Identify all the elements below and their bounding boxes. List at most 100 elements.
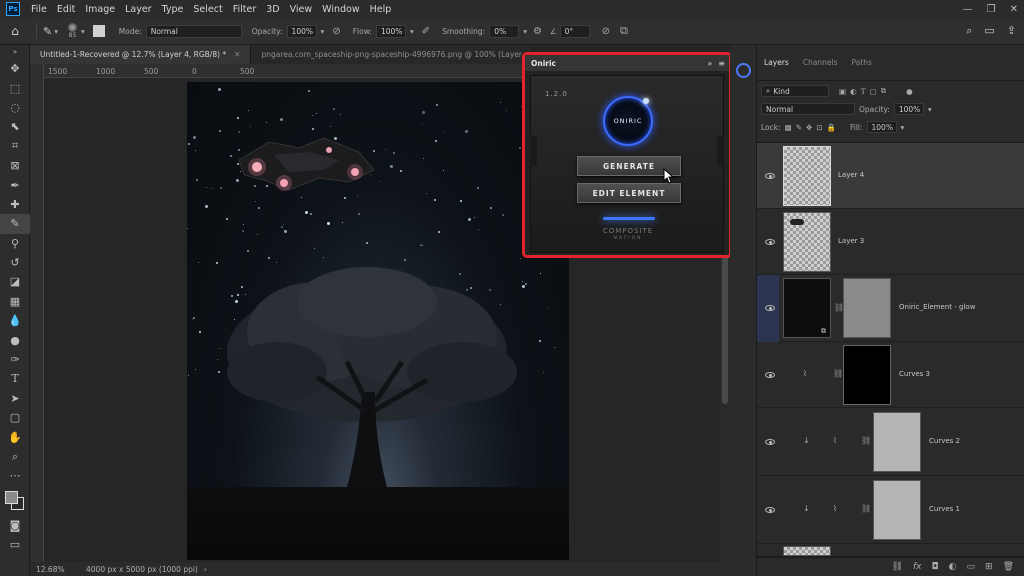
brush-tool-icon[interactable]: ✎ [0,214,30,234]
chevron-down-icon[interactable]: ▾ [928,105,932,114]
layer-opacity-input[interactable]: 100% [893,103,924,115]
lock-all-icon[interactable]: 🔒 [827,123,836,132]
search-icon[interactable]: ⌕ [966,24,972,38]
maximize-icon[interactable]: ❐ [987,4,996,15]
adjustment-layer-icon[interactable]: ◐ [949,562,957,572]
color-swatches[interactable] [0,486,30,516]
smoothing-gear-icon[interactable]: ⚙ [533,26,542,37]
visibility-eye-icon[interactable] [765,439,775,445]
gradient-tool-icon[interactable]: ▦ [0,292,30,311]
link-chain-icon[interactable]: ⛓ [833,369,843,378]
airbrush-icon[interactable]: ✐ [422,26,430,37]
tab-layers[interactable]: Layers [757,58,796,67]
layer-row-oniric-element-glow[interactable]: ⧉ ⛓ Oniric_Element - glow [757,275,1024,342]
layer-name[interactable]: Curves 2 [929,437,960,445]
menu-view[interactable]: View [285,4,318,15]
pressure-opacity-icon[interactable]: ⊘ [332,26,340,37]
pen-tool-icon[interactable]: ✑ [0,350,30,369]
link-chain-icon[interactable]: ⛓ [861,504,871,513]
filter-type-icon[interactable]: T [861,87,866,96]
link-layers-icon[interactable]: ⛓ [892,562,903,572]
visibility-eye-icon[interactable] [765,305,775,311]
chevron-down-icon[interactable]: ▾ [81,27,85,36]
zoom-tool-icon[interactable]: ⌕ [0,447,30,466]
quick-select-tool-icon[interactable]: ⬉ [0,117,30,136]
brush-settings-icon[interactable] [92,25,105,37]
brush-tool-icon[interactable]: ✎ [43,25,52,38]
chevron-right-icon[interactable]: › [204,565,207,574]
pressure-size-icon[interactable]: ⊘ [602,26,610,37]
layer-row-partial[interactable] [757,544,1024,557]
mode-select[interactable]: Normal [145,24,242,38]
layer-name[interactable]: Layer 3 [838,237,864,245]
hand-tool-icon[interactable]: ✋ [0,427,30,446]
tab-document-1[interactable]: Untitled-1-Recovered @ 12.7% (Layer 4, R… [30,45,252,64]
layer-row-layer-3[interactable]: Layer 3 [757,209,1024,275]
add-mask-icon[interactable]: ◘ [932,562,939,572]
menu-file[interactable]: File [26,4,52,15]
stamp-tool-icon[interactable]: ⚲ [0,234,30,253]
symmetry-icon[interactable]: ⧉ [620,24,628,38]
oniric-plugin-icon[interactable] [736,63,751,78]
collapse-toolbar-icon[interactable]: » [0,45,30,59]
blend-mode-select[interactable]: Normal [761,103,855,115]
filter-adjustment-icon[interactable]: ◐ [850,87,857,96]
layer-name[interactable]: Curves 3 [899,370,930,378]
path-select-tool-icon[interactable]: ➤ [0,389,30,408]
menu-edit[interactable]: Edit [52,4,80,15]
link-chain-icon[interactable]: ⛓ [861,436,871,445]
lock-paint-icon[interactable]: ✎ [796,123,802,132]
layer-row-layer-4[interactable]: Layer 4 [757,143,1024,209]
layer-row-curves-2[interactable]: ↓ ⌇ ⛓ Curves 2 [757,408,1024,476]
eraser-tool-icon[interactable]: ◪ [0,272,30,291]
eyedropper-tool-icon[interactable]: ✒ [0,175,30,194]
zoom-level[interactable]: 12.68% [30,565,80,574]
layer-name[interactable]: Oniric_Element - glow [899,303,975,311]
layer-mask-thumbnail[interactable] [873,480,921,540]
layer-name[interactable]: Curves 1 [929,505,960,513]
blur-tool-icon[interactable]: 💧 [0,311,30,330]
crop-tool-icon[interactable]: ⌗ [0,137,30,156]
new-group-icon[interactable]: ▭ [967,562,976,572]
chevron-down-icon[interactable]: ▾ [321,27,325,36]
home-icon[interactable]: ⌂ [0,24,30,38]
fill-input[interactable]: 100% [866,121,897,133]
menu-3d[interactable]: 3D [261,4,284,15]
layer-mask-thumbnail[interactable] [843,278,891,338]
menu-filter[interactable]: Filter [228,4,262,15]
tab-document-2[interactable]: pngarea.com_spaceship-png-spaceship-4996… [251,45,534,64]
tab-channels[interactable]: Channels [796,58,845,67]
new-layer-icon[interactable]: ⊞ [985,562,993,572]
layer-row-curves-3[interactable]: ⌇ ⛓ Curves 3 [757,342,1024,408]
document-canvas[interactable] [187,82,569,560]
visibility-eye-icon[interactable] [765,239,775,245]
layer-name[interactable]: Layer 4 [838,171,864,179]
filter-toggle-icon[interactable]: ● [906,87,913,96]
filter-smart-object-icon[interactable]: ⧉ [881,86,886,96]
angle-input[interactable]: 0° [559,24,590,38]
flow-input[interactable]: 100% [375,24,406,38]
brush-preset-picker[interactable]: 85 [67,23,77,39]
minimize-icon[interactable]: — [963,4,973,15]
menu-window[interactable]: Window [317,4,364,15]
marquee-tool-icon[interactable]: ⬚ [0,78,30,97]
menu-type[interactable]: Type [157,4,189,15]
menu-image[interactable]: Image [80,4,120,15]
filter-shape-icon[interactable]: ▢ [870,87,877,96]
opacity-input[interactable]: 100% [286,24,317,38]
menu-select[interactable]: Select [188,4,227,15]
panel-menu-icon[interactable]: ≡ [718,59,725,68]
visibility-eye-icon[interactable] [765,173,775,179]
edit-element-button[interactable]: EDIT ELEMENT [577,183,681,203]
smoothing-input[interactable]: 0% [489,24,520,38]
layer-row-curves-1[interactable]: ↓ ⌇ ⛓ Curves 1 [757,476,1024,544]
tab-paths[interactable]: Paths [845,58,879,67]
close-icon[interactable]: ✕ [234,50,240,59]
visibility-eye-icon[interactable] [765,507,775,513]
lock-artboard-icon[interactable]: ⊡ [816,123,822,132]
healing-tool-icon[interactable]: ✚ [0,195,30,214]
frame-tool-icon[interactable]: ⊠ [0,156,30,175]
lock-transparency-icon[interactable]: ▩ [785,123,792,132]
visibility-eye-icon[interactable] [765,372,775,378]
history-brush-tool-icon[interactable]: ↺ [0,253,30,272]
